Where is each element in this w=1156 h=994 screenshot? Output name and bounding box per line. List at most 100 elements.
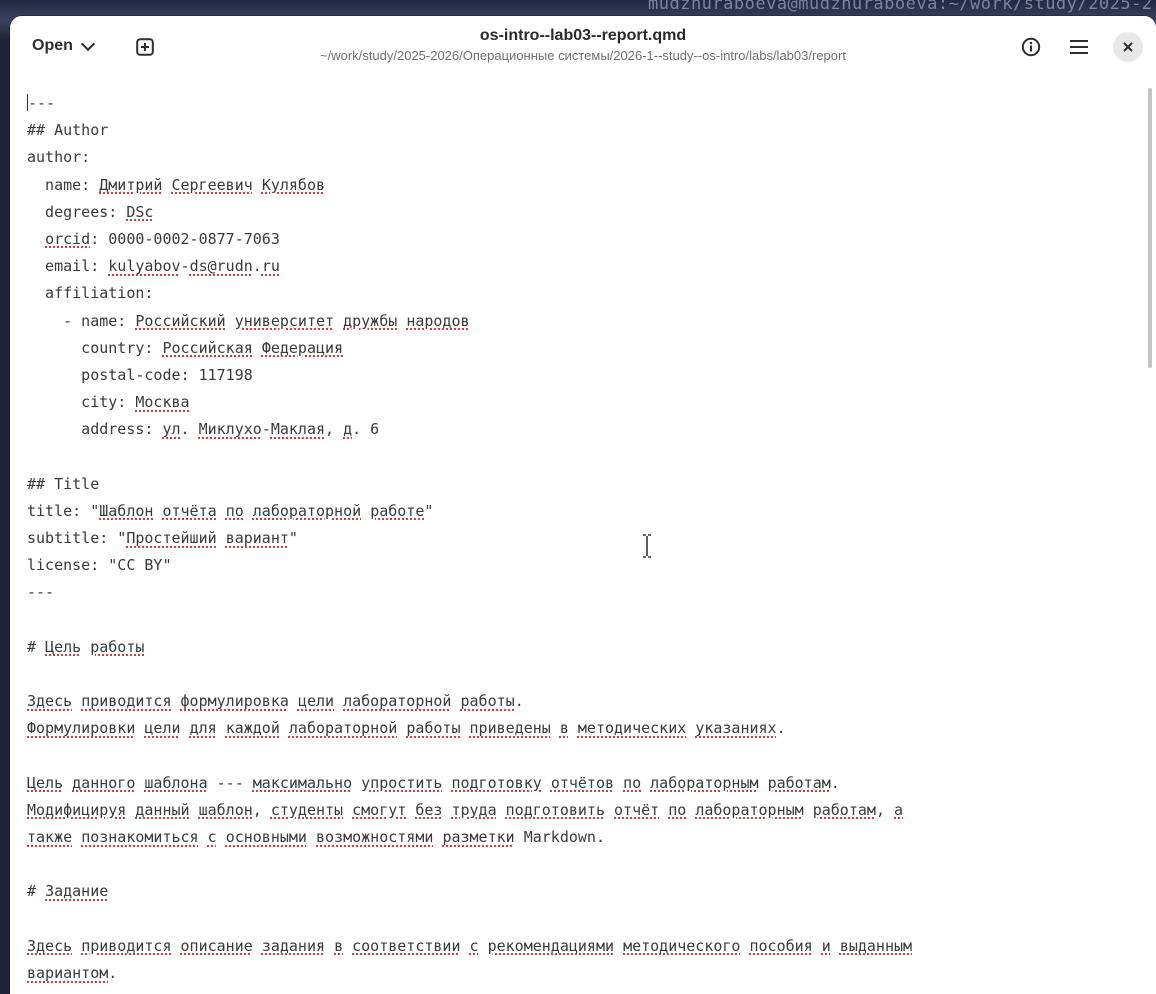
hamburger-menu-icon	[1070, 40, 1088, 54]
editor-line[interactable]	[27, 743, 912, 770]
misspelled-word: работы	[406, 719, 461, 738]
text-segment: ---	[207, 773, 253, 792]
editor-line[interactable]: orcid: 0000-0002-0877-7063	[27, 226, 912, 253]
editor-line[interactable]: country: Российская Федерация	[27, 335, 912, 362]
text-segment	[659, 801, 668, 819]
new-tab-button[interactable]	[130, 33, 160, 61]
editor-line[interactable]: ---	[27, 579, 912, 606]
text-segment	[397, 719, 406, 737]
misspelled-word: Задание	[45, 882, 109, 901]
text-segment	[172, 692, 181, 710]
window-title-block: os-intro--lab03--report.qmd ~/work/study…	[210, 26, 956, 65]
text-segment: .	[252, 257, 262, 276]
text-segment: degrees:	[27, 202, 127, 221]
editor-line[interactable]: - name: Российский университет дружбы на…	[27, 308, 912, 335]
text-segment	[686, 719, 695, 737]
misspelled-word: работы	[90, 637, 145, 656]
editor-line[interactable]	[27, 906, 912, 933]
text-segment	[217, 502, 226, 520]
editor-line[interactable]	[27, 661, 912, 688]
text-segment: license: "CC BY"	[27, 556, 172, 575]
misspelled-word: вариант	[225, 529, 289, 547]
document-info-button[interactable]	[1016, 32, 1046, 62]
misspelled-word: Модифицируя	[27, 800, 127, 819]
misspelled-word: описание	[180, 936, 253, 955]
text-segment	[759, 774, 768, 792]
plus-square-icon	[136, 38, 154, 56]
text-segment	[361, 502, 370, 520]
text-segment	[172, 937, 181, 955]
text-segment	[831, 937, 840, 955]
editor-line[interactable]: postal-code: 117198	[27, 362, 912, 389]
vertical-scrollbar[interactable]	[1148, 88, 1152, 368]
text-segment	[81, 638, 90, 656]
editor-line[interactable]: city: Москва	[27, 389, 912, 416]
editor-line[interactable]: author:	[27, 144, 912, 171]
editor-line[interactable]: ---	[27, 90, 912, 117]
text-segment	[461, 719, 470, 737]
editor-line[interactable]	[27, 851, 912, 878]
text-segment: : 0000-0002-0877-7063	[90, 229, 280, 248]
misspelled-word: шаблона	[144, 773, 208, 792]
editor-line[interactable]: ## Author	[27, 117, 912, 144]
editor-line[interactable]: address: ул. Миклухо-Маклая, д. 6	[27, 416, 912, 443]
text-segment: ---	[27, 583, 55, 602]
misspelled-word: в	[559, 719, 569, 738]
main-menu-button[interactable]	[1064, 32, 1094, 62]
editor-line[interactable]	[27, 443, 912, 470]
text-editor-window: Open os-intro--lab03--report.qmd ~/work/…	[10, 16, 1156, 994]
misspelled-word: лабораторным	[695, 800, 804, 819]
misspelled-word: с	[469, 936, 479, 955]
text-segment	[253, 176, 262, 194]
text-segment	[343, 801, 352, 819]
close-window-button[interactable]	[1113, 32, 1143, 62]
misspelled-word: цели	[144, 719, 181, 738]
misspelled-word: orcid	[45, 229, 91, 248]
editor-line[interactable]: subtitle: "Простейший вариант"	[27, 525, 912, 552]
misspelled-word: Здесь	[27, 936, 73, 955]
misspelled-word: возможностями	[316, 828, 434, 847]
document-text[interactable]: --- ## Author author: name: Дмитрий Сергее…	[27, 90, 912, 987]
misspelled-word: работам	[767, 773, 831, 792]
editor-line[interactable]: вариантом.	[27, 960, 912, 987]
text-segment	[72, 937, 81, 955]
editor-line[interactable]: affiliation:	[27, 280, 912, 307]
text-segment	[813, 937, 822, 955]
editor-line[interactable]: Здесь приводится описание задания в соот…	[27, 933, 912, 960]
open-button[interactable]: Open	[22, 31, 103, 61]
misspelled-word: университет	[234, 311, 335, 330]
misspelled-word: в	[334, 936, 344, 955]
editor-line[interactable]: Цель данного шаблона --- максимально упр…	[27, 770, 912, 797]
background-terminal-title: mudzhuraboeva@mudzhuraboeva:~/work/study…	[648, 0, 1153, 14]
editor-line[interactable]	[27, 607, 912, 634]
text-segment	[614, 937, 623, 955]
editor-line[interactable]: ## Title	[27, 471, 912, 498]
close-icon	[1123, 42, 1133, 52]
editor-line[interactable]: # Задание	[27, 878, 912, 905]
misspelled-word: смогут	[352, 800, 407, 819]
editor-line[interactable]: degrees: DSc	[27, 199, 912, 226]
editor-line[interactable]: title: "Шаблон отчёта по лабораторной ра…	[27, 498, 912, 525]
text-segment: .	[514, 692, 524, 711]
header-bar: Open os-intro--lab03--report.qmd ~/work/…	[10, 16, 1156, 76]
editor-line[interactable]: также познакомиться с основными возможно…	[27, 824, 912, 851]
misspelled-word: ru	[261, 257, 280, 276]
editor-line[interactable]: Здесь приводится формулировка цели лабор…	[27, 688, 912, 715]
text-segment	[280, 719, 289, 737]
editor-line[interactable]: email: kulyabov-ds@rudn.ru	[27, 253, 912, 280]
text-segment: name:	[27, 175, 100, 194]
text-segment	[72, 828, 81, 846]
editor-line[interactable]: Формулировки цели для каждой лабораторно…	[27, 715, 912, 742]
misspelled-word: ул	[162, 420, 181, 439]
text-editor-area[interactable]: --- ## Author author: name: Дмитрий Сергее…	[10, 76, 1156, 994]
editor-line[interactable]: # Цель работы	[27, 634, 912, 661]
text-segment: .	[830, 773, 840, 792]
misspelled-word: по	[225, 501, 244, 520]
editor-line[interactable]: Модифицируя данный шаблон, студенты смог…	[27, 797, 912, 824]
editor-line[interactable]: license: "CC BY"	[27, 552, 912, 579]
misspelled-word: по	[623, 773, 642, 792]
text-segment: "	[288, 529, 298, 547]
text-segment	[27, 230, 45, 248]
text-segment: title: "	[27, 501, 100, 520]
editor-line[interactable]: name: Дмитрий Сергеевич Кулябов	[27, 172, 912, 199]
